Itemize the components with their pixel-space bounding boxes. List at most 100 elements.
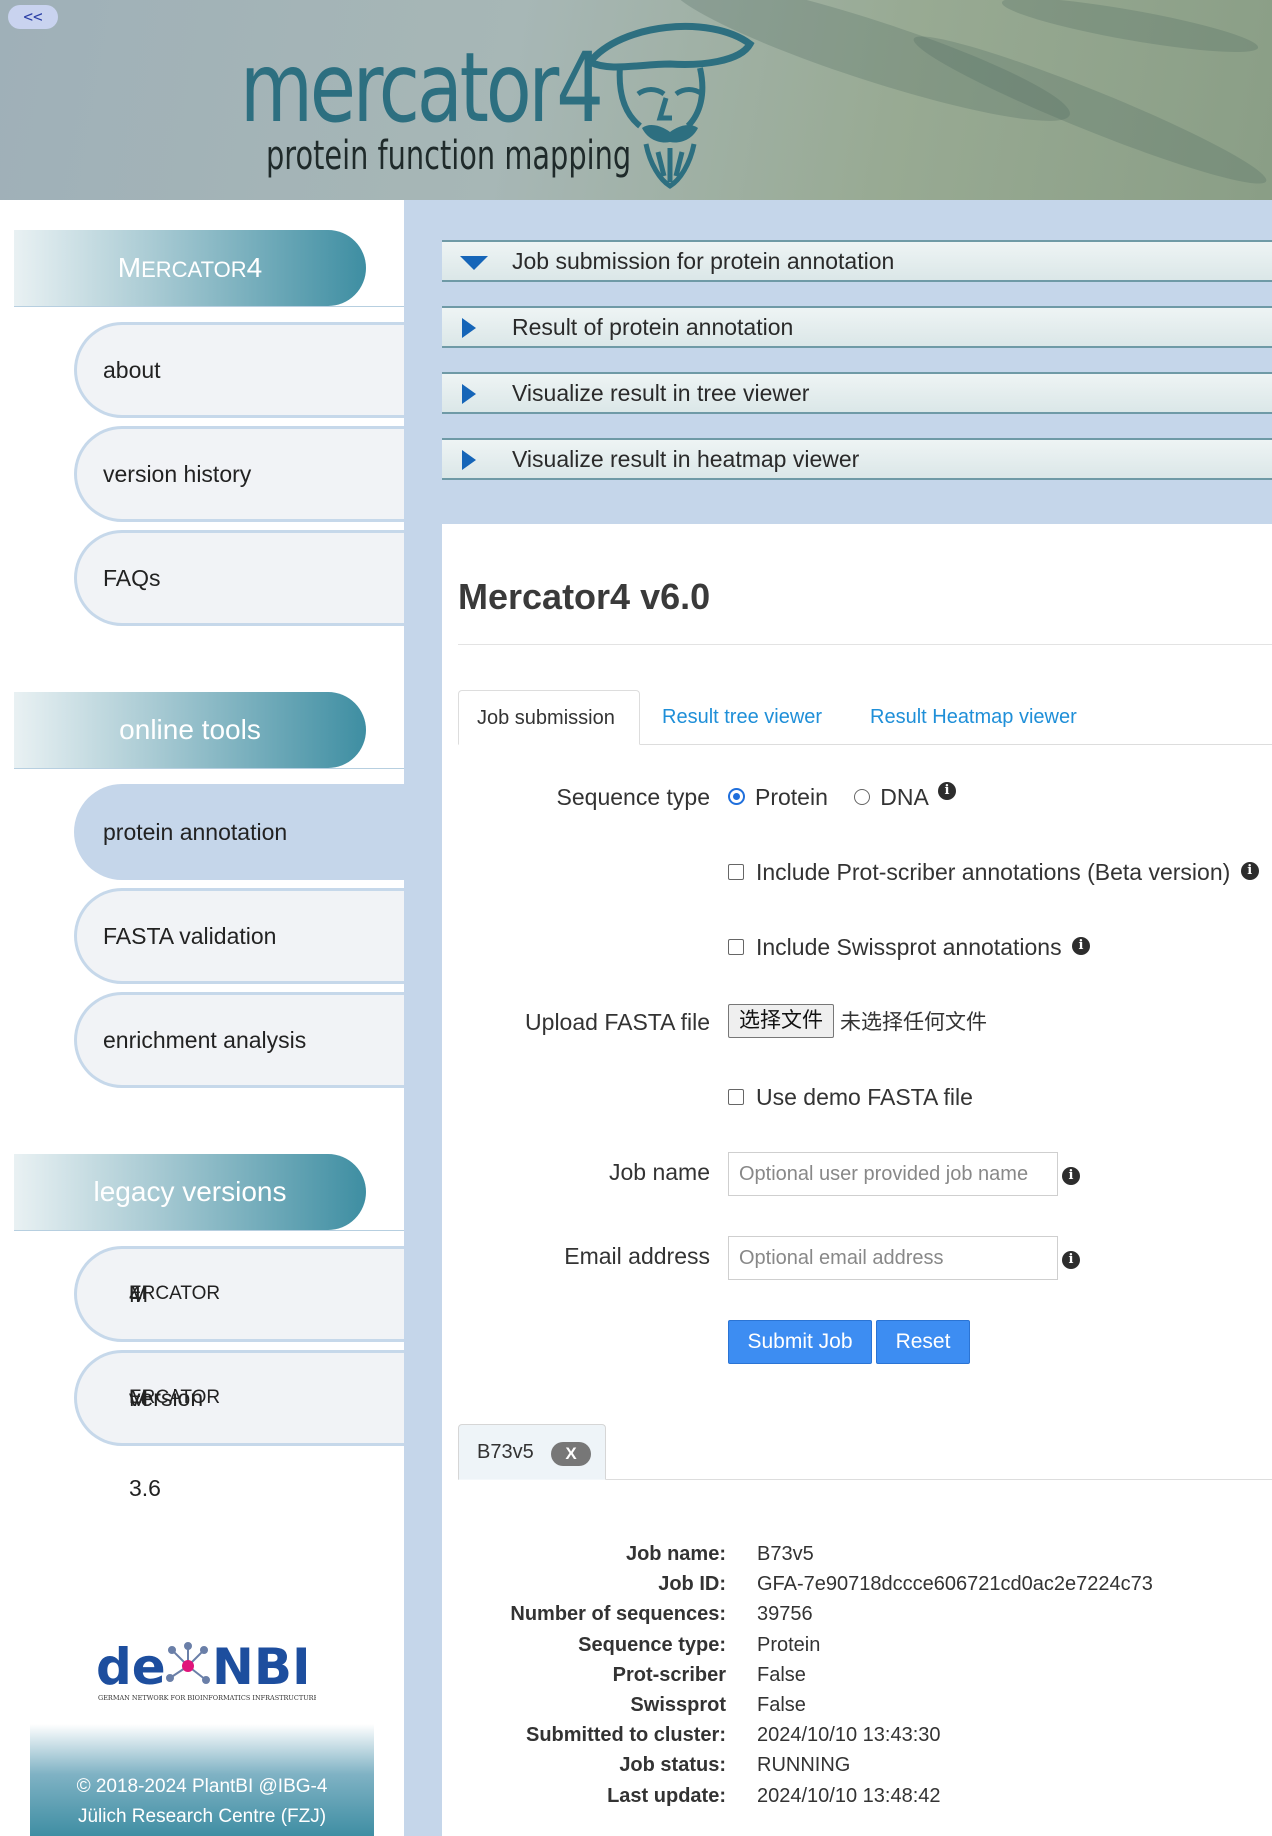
sidebar-item-label: protein annotation — [103, 819, 288, 845]
sequence-type-options: Protein DNA i — [728, 781, 956, 811]
job-detail-value: RUNNING — [757, 1754, 851, 1777]
job-detail-key: Job status: — [619, 1754, 726, 1777]
sidebar-item-mercator4-legacy[interactable]: M ERCATOR 4 — [74, 1246, 404, 1342]
radio-protein-label[interactable]: Protein — [755, 784, 828, 810]
accordion-job-submission[interactable]: Job submission for protein annotation — [442, 240, 1272, 282]
choose-file-button[interactable]: 选择文件 — [728, 1004, 834, 1038]
main-panel: Mercator4 v6.0 Job submission Result tre… — [442, 524, 1272, 1836]
file-status-text: 未选择任何文件 — [840, 1011, 987, 1034]
demo-fasta-checkbox[interactable] — [728, 1088, 744, 1105]
sidebar-item-about[interactable]: about — [74, 322, 404, 418]
tab-result-tree-viewer[interactable]: Result tree viewer — [662, 690, 822, 744]
job-detail-key: Submitted to cluster: — [525, 1724, 726, 1747]
denbi-logo-text-nbi: NBI — [212, 1638, 311, 1696]
denbi-network-icon — [166, 1642, 210, 1684]
radio-dna-label[interactable]: DNA — [880, 784, 927, 810]
sidebar-item-label: FAQs — [103, 565, 161, 591]
job-detail-key: Job ID: — [658, 1573, 726, 1596]
header-background-streak — [999, 0, 1261, 63]
sidebar-item-enrichment-analysis[interactable]: enrichment analysis — [74, 992, 404, 1088]
accordion-heatmap-viewer[interactable]: Visualize result in heatmap viewer — [442, 438, 1272, 480]
job-detail-key: Sequence type: — [578, 1633, 726, 1656]
caret-right-icon — [462, 384, 476, 404]
sidebar-item-version-history[interactable]: version history — [74, 426, 404, 522]
swissprot-checkbox[interactable] — [728, 938, 744, 955]
accordion-label: Result of protein annotation — [512, 314, 794, 340]
upload-fasta-label: Upload FASTA file — [525, 1009, 710, 1035]
accordion-result-annotation[interactable]: Result of protein annotation — [442, 306, 1272, 348]
job-detail-key: Number of sequences: — [510, 1603, 726, 1626]
sidebar-section-mercator4[interactable]: MERCATOR4 — [14, 230, 366, 306]
tab-result-heatmap-viewer[interactable]: Result Heatmap viewer — [870, 690, 1077, 744]
job-detail-value: GFA-7e90718dccce606721cd0ac2e7224c73 — [757, 1573, 1153, 1596]
accordion-tree-viewer[interactable]: Visualize result in tree viewer — [442, 372, 1272, 414]
sidebar-item-mercator-3-6[interactable]: M ERCATOR version 3.6 — [74, 1350, 404, 1501]
accordion-label: Visualize result in heatmap viewer — [512, 446, 860, 472]
sidebar-item-protein-annotation[interactable]: protein annotation — [74, 784, 404, 880]
prot-scriber-checkbox[interactable] — [728, 863, 744, 880]
reset-button[interactable]: Reset — [876, 1320, 970, 1364]
job-detail-key: Swissprot — [630, 1694, 726, 1716]
job-detail-value: 39756 — [757, 1603, 813, 1626]
job-detail-value: B73v5 — [757, 1543, 814, 1565]
job-name-input[interactable]: Optional user provided job name — [728, 1152, 1058, 1196]
info-icon[interactable]: i — [1062, 1251, 1080, 1269]
sidebar-item-label: about — [103, 357, 161, 383]
demo-fasta-label[interactable]: Use demo FASTA file — [756, 1084, 973, 1110]
close-job-tab-button[interactable]: X — [551, 1442, 591, 1466]
job-detail-value: Protein — [757, 1633, 821, 1656]
prot-scriber-option: Include Prot-scriber annotations (Beta v… — [728, 859, 1259, 886]
denbi-caption: GERMAN NETWORK FOR BIOINFORMATICS INFRAS… — [98, 1694, 316, 1702]
denbi-logo-text-de: de — [96, 1638, 166, 1696]
job-tab-label: B73v5 — [477, 1441, 534, 1463]
info-icon[interactable]: i — [1062, 1167, 1080, 1185]
radio-protein[interactable] — [728, 788, 745, 806]
job-tab-b73v5[interactable]: B73v5 X — [458, 1424, 606, 1480]
prot-scriber-label[interactable]: Include Prot-scriber annotations (Beta v… — [756, 859, 1230, 885]
denbi-logo[interactable]: de NBI GERMAN NETWORK FOR BIOINFORMATICS… — [96, 1638, 316, 1704]
sidebar-item-label: FASTA validation — [103, 923, 277, 949]
section-title-rest: ERCATOR — [141, 257, 247, 282]
info-icon[interactable]: i — [1240, 861, 1259, 880]
job-detail-value: 2024/10/10 13:48:42 — [757, 1784, 941, 1807]
sidebar-section-online-tools[interactable]: online tools — [14, 692, 366, 768]
job-detail-key: Job name: — [625, 1543, 726, 1565]
collapse-sidebar-button[interactable]: << — [8, 5, 58, 29]
sidebar-divider — [14, 1230, 404, 1231]
sequence-type-label: Sequence type — [556, 784, 710, 810]
label-suffix: 4 — [129, 1281, 142, 1307]
accordion-label: Job submission for protein annotation — [512, 248, 895, 274]
swissprot-label[interactable]: Include Swissprot annotations — [756, 934, 1062, 960]
demo-fasta-option: Use demo FASTA file — [728, 1084, 973, 1111]
section-title-suffix: 4 — [246, 252, 263, 283]
sidebar-section-legacy-versions[interactable]: legacy versions — [14, 1154, 366, 1230]
info-icon[interactable]: i — [1071, 936, 1090, 955]
radio-dna[interactable] — [854, 788, 871, 805]
submit-job-button[interactable]: Submit Job — [728, 1320, 872, 1364]
logo-subtitle: protein function mapping — [266, 133, 632, 179]
title-divider — [458, 644, 1272, 645]
mercator-portrait-icon — [584, 23, 755, 189]
label-suffix: version 3.6 — [129, 1385, 204, 1501]
copyright-text: © 2018-2024 PlantBI @IBG-4 — [76, 1776, 328, 1797]
job-detail-key: Prot-scriber — [612, 1663, 726, 1686]
info-icon[interactable]: i — [937, 781, 956, 800]
sidebar-item-label: enrichment analysis — [103, 1027, 307, 1053]
sidebar-item-faqs[interactable]: FAQs — [74, 530, 404, 626]
swissprot-option: Include Swissprot annotations i — [728, 934, 1090, 961]
email-label: Email address — [564, 1243, 710, 1269]
accordion-label: Visualize result in tree viewer — [512, 380, 810, 406]
sidebar-item-label: version history — [103, 461, 252, 487]
institution-text: Jülich Research Centre (FZJ) — [77, 1806, 327, 1827]
job-detail-key: Last update: — [607, 1784, 726, 1807]
site-header: << mercator4 protein function mapping — [0, 0, 1272, 200]
sidebar-footer: © 2018-2024 PlantBI @IBG-4 Jülich Resear… — [30, 1724, 374, 1836]
caret-down-icon — [460, 256, 488, 270]
sidebar-divider — [14, 306, 404, 307]
tab-job-submission[interactable]: Job submission — [458, 690, 640, 745]
file-upload: 选择文件 未选择任何文件 — [728, 1004, 987, 1038]
sidebar-item-fasta-validation[interactable]: FASTA validation — [74, 888, 404, 984]
email-input[interactable]: Optional email address — [728, 1236, 1058, 1280]
sidebar: MERCATOR4 about version history FAQs onl… — [0, 200, 404, 1836]
caret-right-icon — [462, 318, 476, 338]
